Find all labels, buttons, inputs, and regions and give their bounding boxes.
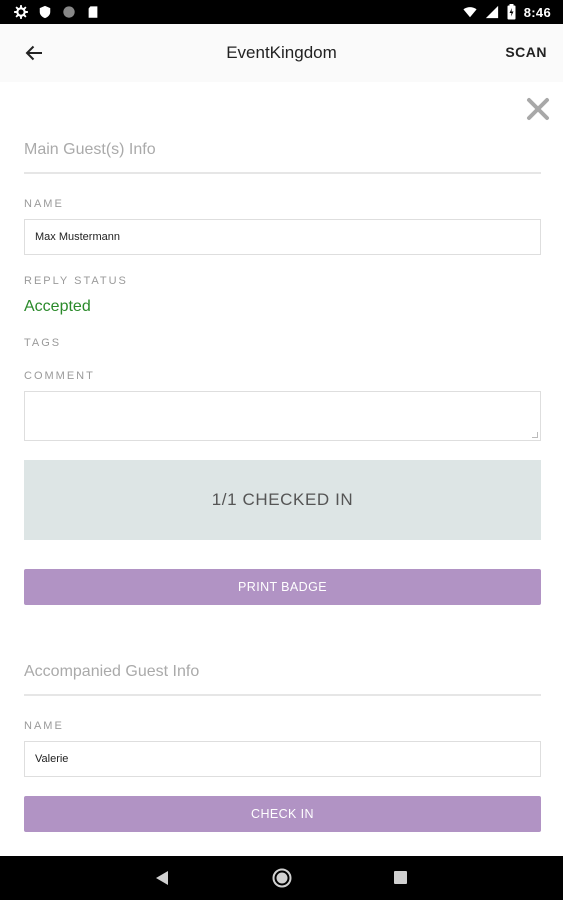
accompanied-guest-divider: [24, 694, 541, 696]
status-bar-left-icons: [14, 4, 100, 20]
textarea-resize-handle[interactable]: [532, 432, 538, 438]
shield-icon: [39, 5, 51, 19]
app-bar: EventKingdom SCAN: [0, 24, 563, 82]
nav-recents-icon[interactable]: [394, 871, 407, 884]
status-bar-time: 8:46: [523, 4, 551, 20]
comment-label: COMMENT: [24, 370, 95, 382]
sim-card-icon: [88, 6, 98, 18]
reply-status-value: Accepted: [24, 298, 91, 315]
checked-in-status-panel: 1/1 CHECKED IN: [24, 460, 541, 540]
nav-home-icon[interactable]: [272, 868, 292, 888]
signal-icon: [485, 5, 498, 19]
main-guest-section-title: Main Guest(s) Info: [24, 141, 156, 158]
scan-button[interactable]: SCAN: [505, 44, 547, 60]
accompanied-guest-name-label: NAME: [24, 720, 64, 732]
checked-in-text: 1/1 CHECKED IN: [211, 490, 354, 509]
status-bar-right-icons: 8:46: [463, 4, 551, 20]
navigation-bar: [0, 856, 563, 900]
tags-label: TAGS: [24, 337, 62, 349]
comment-textarea[interactable]: [24, 391, 541, 441]
main-guest-name-input[interactable]: Max Mustermann: [24, 219, 541, 255]
circle-icon: [63, 6, 75, 18]
accompanied-guest-section-title: Accompanied Guest Info: [24, 663, 200, 680]
wifi-icon: [463, 7, 477, 18]
reply-status-label: REPLY STATUS: [24, 275, 128, 287]
status-bar: 8:46: [0, 0, 563, 24]
check-in-button[interactable]: CHECK IN: [24, 796, 541, 832]
main-guest-divider: [24, 172, 541, 174]
check-in-label: CHECK IN: [251, 807, 314, 821]
accompanied-guest-name-input[interactable]: Valerie: [24, 741, 541, 777]
settings-icon: [14, 5, 28, 19]
print-badge-button[interactable]: PRINT BADGE: [24, 569, 541, 605]
print-badge-label: PRINT BADGE: [238, 580, 327, 594]
close-icon[interactable]: [525, 96, 551, 122]
battery-icon: [507, 4, 516, 20]
nav-back-icon[interactable]: [155, 870, 169, 886]
app-title: EventKingdom: [226, 43, 337, 62]
main-guest-name-label: NAME: [24, 198, 64, 210]
